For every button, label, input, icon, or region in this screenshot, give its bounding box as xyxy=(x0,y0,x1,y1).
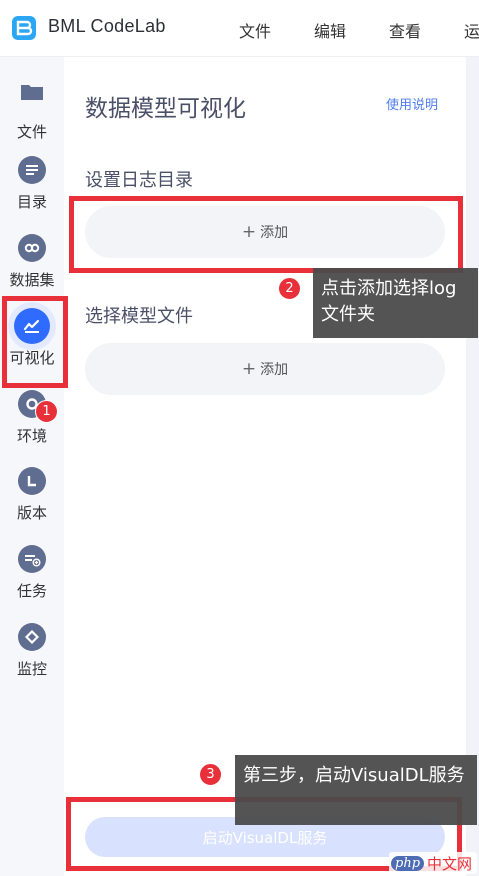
step-badge-1: 1 xyxy=(35,400,58,423)
plus-icon: + xyxy=(241,359,257,379)
folder-icon xyxy=(18,78,46,106)
sidebar-item-label: 任务 xyxy=(16,582,47,600)
sidebar-item-label: 数据集 xyxy=(9,271,55,289)
add-model-file-button[interactable]: + 添加 xyxy=(85,343,445,395)
help-link[interactable]: 使用说明 xyxy=(386,94,438,113)
version-icon xyxy=(18,467,46,495)
page-title: 数据模型可视化 xyxy=(85,96,246,122)
menu-edit[interactable]: 编辑 xyxy=(314,18,346,42)
step-3-tooltip: 第三步，启动VisualDL服务 xyxy=(235,755,477,825)
sidebar-item-label: 版本 xyxy=(16,504,47,522)
monitor-icon xyxy=(18,623,46,651)
bml-logo-icon xyxy=(10,14,38,42)
sidebar-item-task[interactable]: 任务 xyxy=(0,545,64,619)
watermark-logo: php xyxy=(391,855,425,871)
top-bar: BML CodeLab 文件 编辑 查看 运 xyxy=(0,0,479,57)
sidebar-item-directory[interactable]: 目录 xyxy=(0,156,64,230)
php-cn-watermark: php 中文网 xyxy=(389,852,477,874)
task-icon xyxy=(18,545,46,573)
sidebar-item-monitor[interactable]: 监控 xyxy=(0,623,64,697)
highlight-visualization xyxy=(2,296,68,388)
step-badge-3: 3 xyxy=(199,763,222,786)
step-2-tooltip: 点击添加选择log文件夹 xyxy=(313,268,478,338)
watermark-text: 中文网 xyxy=(427,854,473,873)
model-file-label: 选择模型文件 xyxy=(85,306,193,327)
sidebar-item-files[interactable]: 文件 xyxy=(0,78,64,152)
sidebar-item-version[interactable]: 版本 xyxy=(0,467,64,541)
app-brand: BML CodeLab xyxy=(48,16,166,36)
step-badge-2: 2 xyxy=(278,277,301,300)
list-icon xyxy=(18,156,46,184)
sidebar-item-environment[interactable]: 环境 xyxy=(0,390,64,464)
sidebar-item-label: 环境 xyxy=(16,427,47,445)
highlight-log-add xyxy=(69,196,463,273)
menu-view[interactable]: 查看 xyxy=(389,18,421,42)
sidebar-item-label: 文件 xyxy=(16,123,47,141)
menu-run[interactable]: 运 xyxy=(464,18,479,42)
menu-file[interactable]: 文件 xyxy=(239,18,271,42)
right-edge-strip xyxy=(466,57,479,876)
sidebar-item-label: 监控 xyxy=(16,660,47,678)
sidebar-item-label: 目录 xyxy=(16,193,47,211)
dataset-icon xyxy=(18,234,46,262)
log-directory-label: 设置日志目录 xyxy=(85,170,193,191)
add-button-label: 添加 xyxy=(260,362,289,378)
